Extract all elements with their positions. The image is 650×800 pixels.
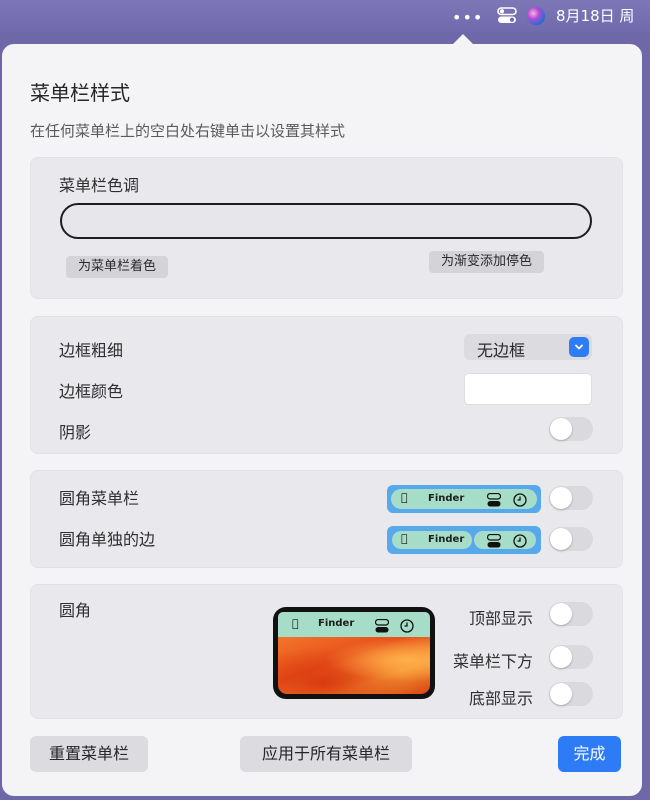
- corner-preview:  Finder: [273, 607, 435, 699]
- done-button[interactable]: 完成: [558, 736, 621, 772]
- apple-logo-icon: : [401, 491, 408, 504]
- apply-all-menubars-button[interactable]: 应用于所有菜单栏: [240, 736, 412, 772]
- system-menu-bar: ••• 8月18日 周: [0, 0, 650, 32]
- show-bottom-label: 底部显示: [469, 689, 534, 708]
- border-width-value: 无边框: [477, 341, 526, 360]
- page-subtitle: 在任何菜单栏上的空白处右键单击以设置其样式: [30, 122, 346, 140]
- rounded-menubar-toggle[interactable]: [549, 486, 593, 510]
- show-top-toggle[interactable]: [549, 602, 593, 626]
- show-top-label: 顶部显示: [469, 609, 534, 628]
- below-menubar-toggle[interactable]: [549, 645, 593, 669]
- tint-gradient-bar[interactable]: [60, 203, 592, 239]
- show-bottom-toggle[interactable]: [549, 682, 593, 706]
- preview-finder-label: Finder: [428, 534, 465, 545]
- control-center-icon: [486, 533, 502, 552]
- tint-label: 菜单栏色调: [59, 176, 140, 195]
- border-color-label: 边框颜色: [59, 382, 124, 401]
- control-center-icon[interactable]: [497, 7, 517, 24]
- shadow-toggle[interactable]: [549, 417, 593, 441]
- apple-logo-icon: : [401, 532, 408, 545]
- siri-icon[interactable]: [527, 7, 545, 25]
- clock-icon: [513, 492, 527, 511]
- page-title: 菜单栏样式: [30, 81, 130, 105]
- corner-label: 圆角: [59, 601, 92, 620]
- apple-logo-icon: : [292, 617, 299, 630]
- wallpaper-preview: [278, 637, 430, 694]
- shadow-label: 阴影: [59, 423, 92, 442]
- corner-card: 圆角  Finder 顶部显示 菜单栏下方 底部显示: [30, 584, 623, 719]
- menubar-style-popover: 菜单栏样式 在任何菜单栏上的空白处右键单击以设置其样式 菜单栏色调 为菜单栏着色…: [2, 44, 642, 796]
- clock-icon: [513, 533, 527, 552]
- control-center-icon: [486, 492, 502, 511]
- reset-menubar-button[interactable]: 重置菜单栏: [30, 736, 148, 772]
- preview-finder-label: Finder: [428, 493, 465, 504]
- menubar-date[interactable]: 8月18日 周: [556, 5, 634, 26]
- rounded-edges-preview:  Finder: [387, 526, 541, 554]
- rounded-menubar-card: 圆角菜单栏  Finder 圆角单独的边  Finder: [30, 470, 623, 568]
- control-center-icon: [374, 618, 390, 637]
- colorize-menubar-button[interactable]: 为菜单栏着色: [66, 256, 169, 278]
- rounded-menubar-preview:  Finder: [387, 485, 541, 513]
- tint-card: 菜单栏色调 为菜单栏着色 为渐变添加停色: [30, 157, 623, 299]
- add-gradient-stop-button[interactable]: 为渐变添加停色: [429, 251, 545, 273]
- rounded-edges-label: 圆角单独的边: [59, 530, 156, 549]
- clock-icon: [400, 618, 414, 637]
- border-card: 边框粗细 无边框 边框颜色 阴影: [30, 316, 623, 454]
- ellipsis-icon[interactable]: •••: [452, 8, 483, 27]
- border-width-label: 边框粗细: [59, 341, 124, 360]
- below-menubar-label: 菜单栏下方: [453, 652, 534, 671]
- preview-finder-label: Finder: [318, 618, 355, 629]
- chevron-updown-icon: [569, 337, 589, 357]
- border-width-select[interactable]: 无边框: [464, 334, 592, 360]
- rounded-edges-toggle[interactable]: [549, 527, 593, 551]
- border-color-well[interactable]: [464, 373, 592, 405]
- rounded-menubar-label: 圆角菜单栏: [59, 489, 140, 508]
